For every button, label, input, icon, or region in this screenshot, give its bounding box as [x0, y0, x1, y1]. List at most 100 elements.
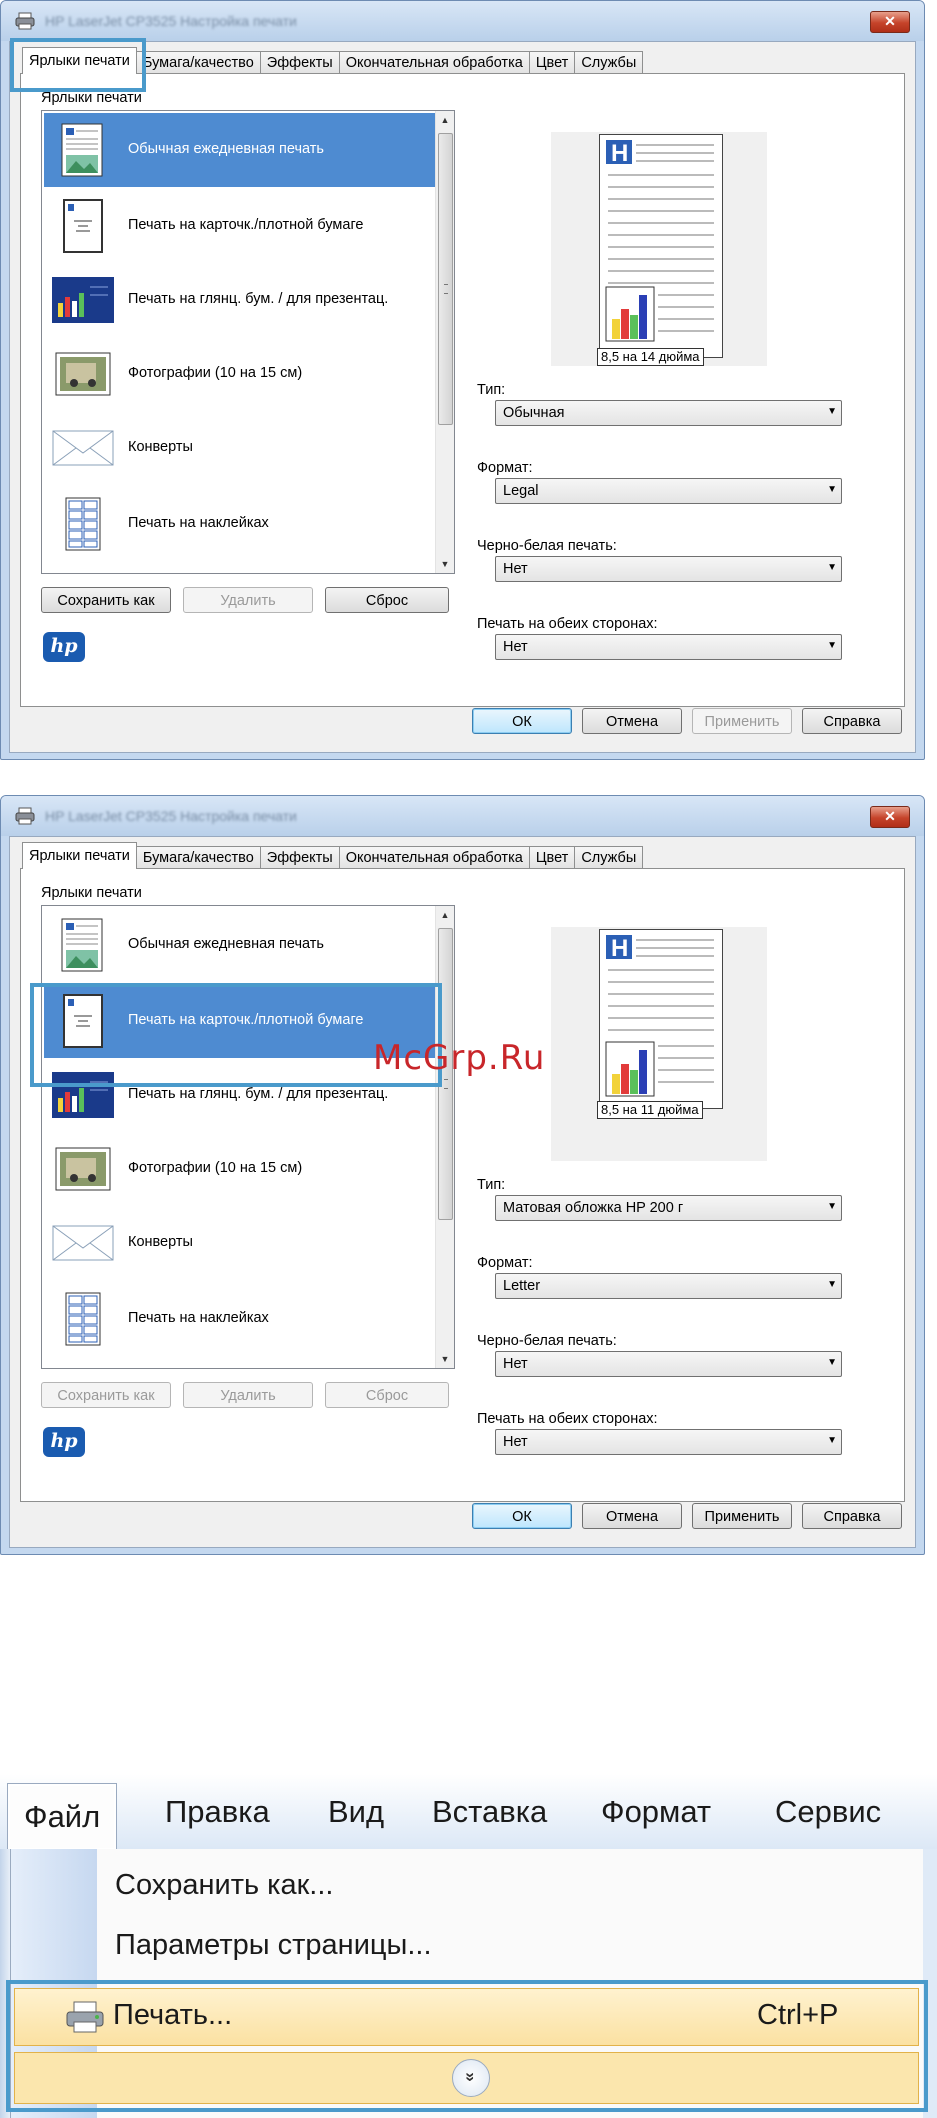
list-item-envelopes[interactable]: Конверты — [44, 1206, 436, 1280]
preview-page: H — [599, 134, 723, 358]
cardstock-icon — [63, 994, 103, 1048]
bw-select[interactable]: Нет ▼ — [495, 1351, 842, 1377]
cancel-button[interactable]: Отмена — [582, 1503, 682, 1529]
tab-shortcuts[interactable]: Ярлыки печати — [22, 842, 137, 869]
bw-select[interactable]: Нет ▼ — [495, 556, 842, 582]
envelope-icon — [52, 1225, 114, 1261]
tab-paper-quality[interactable]: Бумага/качество — [135, 51, 261, 74]
shortcuts-group-label: Ярлыки печати — [41, 885, 142, 901]
presentation-icon — [52, 277, 114, 323]
type-value: Матовая обложка HP 200 г — [503, 1200, 684, 1216]
scroll-down-icon[interactable]: ▼ — [436, 1350, 454, 1368]
menu-edit[interactable]: Правка — [165, 1794, 270, 1830]
help-button[interactable]: Справка — [802, 708, 902, 734]
duplex-select[interactable]: Нет ▼ — [495, 634, 842, 660]
format-select[interactable]: Legal ▼ — [495, 478, 842, 504]
menu-format[interactable]: Формат — [601, 1794, 711, 1830]
menu-file[interactable]: Файл — [6, 1783, 118, 1851]
chevron-down-icon: ▼ — [827, 1279, 837, 1290]
tab-effects[interactable]: Эффекты — [259, 51, 340, 74]
tab-services[interactable]: Службы — [574, 51, 644, 74]
type-label: Тип: — [477, 1177, 506, 1193]
duplex-value: Нет — [503, 639, 528, 655]
menu-tools[interactable]: Сервис — [775, 1794, 881, 1830]
tab-strip: Ярлыки печати Бумага/качество Эффекты Ок… — [22, 47, 644, 74]
scroll-up-icon[interactable]: ▲ — [436, 906, 454, 924]
type-select[interactable]: Матовая обложка HP 200 г ▼ — [495, 1195, 842, 1221]
tab-color[interactable]: Цвет — [528, 846, 576, 869]
duplex-select[interactable]: Нет ▼ — [495, 1429, 842, 1455]
preview-page-icon: H — [605, 140, 714, 342]
paper-size-label: 8,5 на 14 дюйма — [597, 348, 704, 366]
type-select[interactable]: Обычная ▼ — [495, 400, 842, 426]
document-icon — [61, 918, 103, 972]
tab-strip: Ярлыки печати Бумага/качество Эффекты Ок… — [22, 842, 644, 869]
print-settings-dialog-2: HP LaserJet CP3525 Настройка печати ✕ Яр… — [0, 795, 925, 1555]
tab-panel: Ярлыки печати Обычная ежедневная печать … — [20, 73, 905, 707]
list-scrollbar[interactable]: ▲ ▼ — [435, 906, 454, 1368]
apply-button[interactable]: Применить — [692, 708, 792, 734]
close-button[interactable]: ✕ — [870, 11, 910, 33]
scroll-down-icon[interactable]: ▼ — [436, 555, 454, 573]
list-item-label: Печать на глянц. бум. / для презентац. — [128, 1086, 389, 1102]
format-select[interactable]: Letter ▼ — [495, 1273, 842, 1299]
save-as-button[interactable]: Сохранить как — [41, 587, 171, 613]
title-bar[interactable]: HP LaserJet CP3525 Настройка печати ✕ — [1, 796, 924, 836]
delete-button[interactable]: Удалить — [183, 1382, 313, 1408]
shortcuts-list[interactable]: Обычная ежедневная печать Печать на карт… — [41, 905, 455, 1369]
list-item-label: Конверты — [128, 1234, 193, 1250]
delete-button[interactable]: Удалить — [183, 587, 313, 613]
menu-item-save-as[interactable]: Сохранить как... — [115, 1869, 333, 1902]
scroll-up-icon[interactable]: ▲ — [436, 111, 454, 129]
type-label: Тип: — [477, 382, 506, 398]
duplex-value: Нет — [503, 1434, 528, 1450]
shortcuts-list[interactable]: Обычная ежедневная печать Печать на карт… — [41, 110, 455, 574]
list-item-label: Фотографии (10 на 15 см) — [128, 1160, 303, 1176]
reset-button[interactable]: Сброс — [325, 1382, 449, 1408]
reset-button[interactable]: Сброс — [325, 587, 449, 613]
chevron-down-icon: ▼ — [827, 640, 837, 651]
list-item-labels[interactable]: Печать на наклейках — [44, 1282, 436, 1356]
chevron-down-icon: ▼ — [827, 484, 837, 495]
window-title: HP LaserJet CP3525 Настройка печати — [45, 13, 297, 29]
printer-icon — [15, 12, 35, 30]
tab-effects[interactable]: Эффекты — [259, 846, 340, 869]
list-item-label: Фотографии (10 на 15 см) — [128, 365, 303, 381]
menu-item-page-setup[interactable]: Параметры страницы... — [115, 1929, 432, 1962]
cancel-button[interactable]: Отмена — [582, 708, 682, 734]
list-item-cardstock[interactable]: Печать на карточк./плотной бумаге — [44, 189, 436, 263]
apply-button[interactable]: Применить — [692, 1503, 792, 1529]
printer-icon — [66, 2001, 104, 2033]
scroll-thumb[interactable] — [438, 133, 453, 425]
save-as-button[interactable]: Сохранить как — [41, 1382, 171, 1408]
tab-services[interactable]: Службы — [574, 846, 644, 869]
menu-insert[interactable]: Вставка — [432, 1794, 547, 1830]
list-item-everyday[interactable]: Обычная ежедневная печать — [44, 113, 436, 187]
menu-bar: Файл Правка Вид Вставка Формат Сервис — [0, 1774, 937, 1851]
list-item-labels[interactable]: Печать на наклейках — [44, 487, 436, 561]
chevron-double-down-icon[interactable]: » — [452, 2059, 490, 2097]
list-scrollbar[interactable]: ▲ ▼ — [435, 111, 454, 573]
envelope-icon — [52, 430, 114, 466]
menu-item-print-shortcut: Ctrl+P — [757, 1999, 839, 2031]
tab-paper-quality[interactable]: Бумага/качество — [135, 846, 261, 869]
list-item-glossy[interactable]: Печать на глянц. бум. / для презентац. — [44, 263, 436, 337]
list-item-envelopes[interactable]: Конверты — [44, 411, 436, 485]
list-item-everyday[interactable]: Обычная ежедневная печать — [44, 908, 436, 982]
format-value: Letter — [503, 1278, 541, 1294]
menu-view[interactable]: Вид — [328, 1794, 384, 1830]
tab-finishing[interactable]: Окончательная обработка — [338, 51, 530, 74]
list-item-photo[interactable]: Фотографии (10 на 15 см) — [44, 337, 436, 411]
ok-button[interactable]: ОК — [472, 1503, 572, 1529]
tab-shortcuts[interactable]: Ярлыки печати — [22, 47, 137, 74]
tab-finishing[interactable]: Окончательная обработка — [338, 846, 530, 869]
close-button[interactable]: ✕ — [870, 806, 910, 828]
list-item-photo[interactable]: Фотографии (10 на 15 см) — [44, 1132, 436, 1206]
help-button[interactable]: Справка — [802, 1503, 902, 1529]
menu-expand-row[interactable]: » — [14, 2052, 919, 2104]
window-title: HP LaserJet CP3525 Настройка печати — [45, 808, 297, 824]
tab-color[interactable]: Цвет — [528, 51, 576, 74]
ok-button[interactable]: ОК — [472, 708, 572, 734]
title-bar[interactable]: HP LaserJet CP3525 Настройка печати ✕ — [1, 1, 924, 41]
menu-item-print[interactable]: Печать... Ctrl+P — [14, 1988, 919, 2046]
